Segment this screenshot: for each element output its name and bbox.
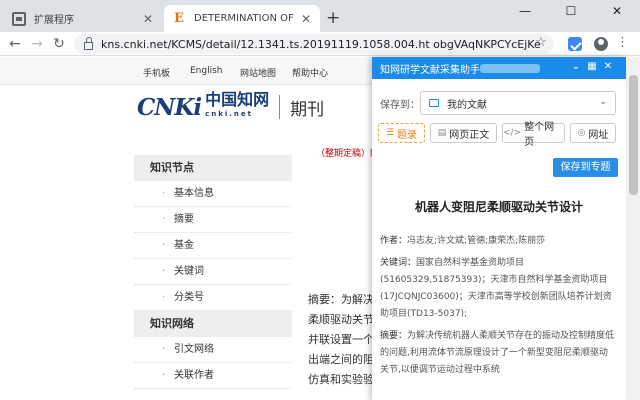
helper-header: 知网研学文献采集助手 ⌄ ▦ ✕ [372,57,626,79]
sidebar-item-abstract[interactable]: 摘要 [134,207,292,233]
abstract-line: 仿真和实验验 [308,373,374,386]
close-icon[interactable]: ✕ [602,61,614,75]
chevron-down-icon[interactable]: ⌄ [570,61,582,75]
author-field: 作者：冯志友;许文斌;管德;康荣杰;陈丽莎 [380,233,616,250]
folder-icon [429,99,439,107]
extension-icon[interactable] [568,37,582,51]
article-metadata: 作者：冯志友;许文斌;管德;康荣杰;陈丽莎 关键词：国家自然科学基金资助项目(5… [380,233,616,384]
sidebar-item-citation-network[interactable]: 引文网络 [134,337,292,363]
tab-title: 扩展程序 [34,15,74,26]
abstract-line: 柔顺驱动关节 [308,313,374,326]
close-tab-icon[interactable]: ✕ [142,12,154,26]
sidebar-item-related-authors[interactable]: 关联作者 [134,363,292,389]
capture-mode-tabs: ☰ 题录 ▤ 网页正文 </> 整个网页 ◎ 网址 [378,122,621,148]
close-window-button[interactable]: ✕ [594,4,640,18]
logo-divider [279,95,281,119]
helper-user-blurred [480,64,540,73]
scrollbar-thumb[interactable] [629,75,638,195]
minimize-button[interactable]: — [502,4,548,18]
sidebar-group-title: 知识网络 [134,311,292,337]
tab-page-body[interactable]: ▤ 网页正文 [430,123,497,143]
collection-helper-panel: 知网研学文献采集助手 ⌄ ▦ ✕ 保存到： 我的文献 ⌄ ☰ 题录 ▤ 网页正文… [372,57,626,400]
helper-title: 知网研学文献采集助手 [380,64,480,76]
chevron-down-icon: ⌄ [599,97,607,107]
save-to-row: 保存到： 我的文献 ⌄ [380,91,616,115]
sidebar-item-keywords[interactable]: 关键词 [134,259,292,285]
tab-citation[interactable]: ☰ 题录 [378,123,425,143]
field-label: 关键词： [380,258,417,268]
section-title: 期刊 [290,99,325,120]
close-tab-icon[interactable]: ✕ [300,12,312,26]
maximize-button[interactable]: ☐ [548,4,594,18]
grid-icon[interactable]: ▦ [586,61,598,75]
field-value: 冯志友;许文斌;管德;康荣杰;陈丽莎 [407,236,546,246]
code-icon: </> [503,128,522,138]
abstract-field: 摘要：为解决传统机器人柔顺关节存在的振动及控制精度低的问题,利用流体节流原理设计… [380,328,616,379]
sidebar-item-classification[interactable]: 分类号 [134,285,292,311]
tab-label: 题录 [397,129,418,141]
save-to-label: 保存到： [380,99,420,111]
tab-label: 整个网页 [524,122,555,148]
address-bar[interactable]: kns.cnki.net/KCMS/detail/12.1341.ts.2019… [74,34,554,54]
knowledge-sidebar: 知识节点 基本信息 摘要 基金 关键词 分类号 知识网络 引文网络 关联作者 [134,155,292,389]
topnav-mobile[interactable]: 手机板 [143,66,170,79]
reload-icon[interactable]: ↻ [50,35,68,53]
save-to-select[interactable]: 我的文献 ⌄ [420,91,616,115]
browser-toolbar: ← → ↻ kns.cnki.net/KCMS/detail/12.1341.t… [0,32,640,56]
abstract-line: 出端之间的阻 [308,353,374,366]
publish-notice: （整期定稿）网 [316,149,380,159]
abstract-line: 并联设置一个 [308,333,374,346]
list-icon: ☰ [385,128,395,138]
field-label: 摘要： [380,331,408,341]
tab-label: 网页正文 [449,129,490,141]
article-title: 机器人变阻尼柔顺驱动关节设计 [414,200,583,214]
logo-chinese: 中国知网 cnki.net [205,92,269,122]
abstract-line: 摘要：为解决 [308,293,374,306]
abstract-text: 摘要：为解决 柔顺驱动关节 并联设置一个 出端之间的阻 仿真和实验验 [308,290,378,390]
tab-whole-page[interactable]: </> 整个网页 [502,122,565,148]
tab-extensions[interactable]: 扩展程序 ✕ [4,5,162,32]
back-icon[interactable]: ← [6,35,24,53]
topnav-sitemap[interactable]: 网站地图 [240,66,276,79]
forward-icon[interactable]: → [28,35,46,53]
tab-determination[interactable]: E DETERMINATION OF KINETIC ✕ [164,5,320,32]
tab-title: DETERMINATION OF KINETIC [194,13,294,24]
page-scrollbar[interactable] [627,57,640,400]
logo-domain: cnki.net [205,110,253,118]
url-text: kns.cnki.net/KCMS/detail/12.1341.ts.2019… [101,37,541,51]
save-to-topic-button[interactable]: 保存到专题 [553,158,618,177]
document-icon: ▤ [437,128,447,138]
keyword-field: 关键词：国家自然科学基金资助项目(51605329,51875393)；天津市自… [380,255,616,323]
topnav-help[interactable]: 帮助中心 [292,66,328,79]
cnki-logo[interactable]: CNKi 中国知网 cnki.net 期刊 [137,92,324,122]
tab-url[interactable]: ◎ 网址 [570,123,616,143]
field-label: 作者： [380,236,408,246]
menu-kebab-icon[interactable]: ⋮ [616,35,629,50]
save-to-value: 我的文献 [447,99,487,111]
field-value: 为解决传统机器人柔顺关节存在的振动及控制精度低的问题,利用流体节流原理设计了一个… [380,331,615,375]
logo-brand: CNKi [137,93,202,121]
tab-label: 网址 [588,129,609,141]
profile-avatar-icon[interactable] [594,37,608,51]
lock-icon [84,36,93,50]
sidebar-item-fund[interactable]: 基金 [134,233,292,259]
new-tab-button[interactable]: + [326,8,340,28]
link-icon: ◎ [577,128,586,138]
bookmark-star-icon[interactable]: ☆ [535,35,547,50]
topnav-english[interactable]: English [190,66,223,76]
browser-tab-strip: 扩展程序 ✕ E DETERMINATION OF KINETIC ✕ + — … [0,0,640,32]
extensions-icon [12,11,26,26]
sidebar-group-title: 知识节点 [134,155,292,181]
sidebar-item-basic-info[interactable]: 基本信息 [134,181,292,207]
e-favicon-icon: E [174,10,184,26]
